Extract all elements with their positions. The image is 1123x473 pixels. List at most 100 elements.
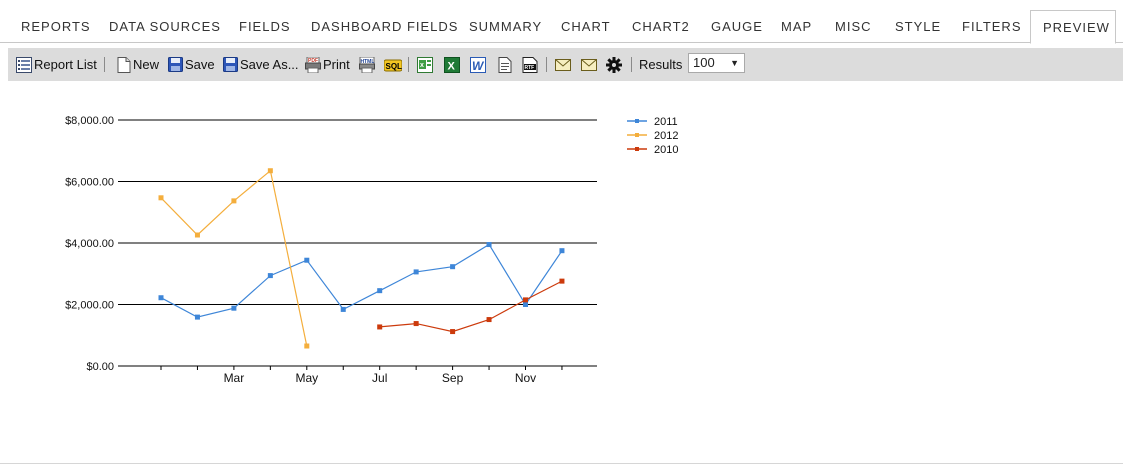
export-html-button[interactable]: HTML: [359, 48, 375, 81]
tab-style[interactable]: STYLE: [895, 0, 941, 43]
toolbar-separator: [104, 57, 105, 72]
toolbar-separator: [631, 57, 632, 72]
data-point: [450, 329, 456, 335]
data-point: [486, 242, 492, 248]
data-point: [194, 314, 200, 320]
toolbar-separator: [546, 57, 547, 72]
settings-button[interactable]: [606, 48, 622, 81]
legend-marker: [635, 133, 639, 137]
y-tick-label: $8,000.00: [65, 115, 114, 127]
svg-text:X: X: [448, 60, 456, 72]
csv-export-icon: x: [417, 56, 433, 73]
new-label: New: [133, 57, 160, 72]
export-csv-button[interactable]: x: [417, 48, 433, 81]
chevron-down-icon: ▼: [730, 58, 739, 68]
legend-label: 2010: [654, 144, 678, 156]
legend-label: 2011: [654, 116, 678, 128]
y-tick-label: $6,000.00: [65, 177, 114, 189]
tab-map[interactable]: MAP: [781, 0, 812, 43]
tab-preview[interactable]: PREVIEW: [1030, 10, 1116, 44]
envelope-icon: [581, 58, 597, 71]
floppy-disk-icon: [223, 57, 238, 72]
footer-divider: [0, 463, 1123, 464]
export-word-button[interactable]: W: [470, 48, 486, 81]
data-point: [523, 302, 528, 307]
print-button[interactable]: PDF Print: [305, 48, 350, 81]
y-tick-label: $2,000.00: [65, 300, 114, 312]
email-scheduled-button[interactable]: [581, 48, 597, 81]
save-button[interactable]: Save: [168, 48, 215, 81]
export-rtf-button[interactable]: RTF: [522, 48, 538, 81]
data-point: [158, 295, 164, 301]
new-document-icon: [117, 56, 131, 73]
export-sql-button[interactable]: SQL: [384, 48, 402, 81]
sql-export-icon: SQL: [384, 57, 402, 73]
text-export-icon: [498, 56, 512, 73]
html-export-icon: HTML: [359, 56, 375, 73]
svg-text:RTF: RTF: [525, 65, 535, 71]
results-select[interactable]: 100 ▼: [688, 53, 745, 73]
data-point: [304, 343, 310, 349]
tab-filters[interactable]: FILTERS: [962, 0, 1022, 43]
tab-dashboard-fields[interactable]: DASHBOARD FIELDS: [311, 0, 458, 43]
x-tick-label: Mar: [224, 371, 245, 385]
line-chart: $0.00 $2,000.00 $4,000.00 $6,000.00 $8,000.0…: [65, 115, 678, 385]
tab-summary[interactable]: SUMMARY: [469, 0, 542, 43]
data-point: [158, 195, 164, 201]
word-export-icon: W: [470, 56, 486, 73]
data-point: [559, 248, 565, 254]
svg-text:W: W: [472, 59, 485, 73]
svg-text:x: x: [420, 62, 424, 69]
series-line-2012: [160, 169, 308, 347]
data-point: [231, 198, 237, 204]
y-tick-label: $0.00: [86, 361, 114, 373]
tab-reports[interactable]: REPORTS: [21, 0, 91, 43]
print-label: Print: [323, 57, 350, 72]
save-as-button[interactable]: Save As...: [223, 48, 299, 81]
tab-chart[interactable]: CHART: [561, 0, 611, 43]
tab-misc[interactable]: MISC: [835, 0, 872, 43]
series-line-2010: [379, 280, 563, 333]
new-button[interactable]: New: [117, 48, 159, 81]
svg-text:SQL: SQL: [386, 62, 403, 71]
data-point: [450, 264, 456, 270]
data-point: [267, 273, 273, 279]
data-point: [559, 278, 565, 284]
report-list-button[interactable]: Report List: [16, 48, 97, 81]
toolbar-separator: [408, 57, 409, 72]
x-tick-label: Nov: [515, 371, 536, 385]
data-point: [413, 321, 419, 327]
data-point: [377, 324, 383, 330]
tab-gauge[interactable]: GAUGE: [711, 0, 763, 43]
data-point: [377, 288, 383, 294]
floppy-disk-icon: [168, 57, 183, 72]
toolbar: Report List New Save Save As... PDF Prin…: [8, 48, 1123, 81]
tab-bar: REPORTS DATA SOURCES FIELDS DASHBOARD FI…: [0, 0, 1123, 44]
results-value: 100: [693, 55, 715, 70]
save-as-label: Save As...: [240, 57, 299, 72]
gear-icon: [606, 56, 622, 73]
email-button[interactable]: [555, 48, 571, 81]
results-label: Results: [639, 57, 683, 72]
envelope-icon: [555, 58, 571, 71]
data-point: [523, 297, 528, 303]
excel-export-icon: X: [444, 56, 460, 73]
rtf-export-icon: RTF: [522, 56, 538, 73]
data-point: [267, 168, 273, 174]
series-line-2011: [160, 243, 563, 318]
tab-chart2[interactable]: CHART2: [632, 0, 690, 43]
x-tick-label: May: [295, 371, 318, 385]
tab-fields[interactable]: FIELDS: [239, 0, 291, 43]
data-point: [231, 305, 237, 311]
export-text-button[interactable]: [498, 48, 512, 81]
data-point: [486, 317, 492, 323]
x-tick-label: Sep: [442, 371, 464, 385]
legend-marker: [635, 147, 639, 151]
export-excel-button[interactable]: X: [444, 48, 460, 81]
save-label: Save: [185, 57, 215, 72]
list-icon: [16, 56, 32, 73]
legend-marker: [635, 119, 639, 123]
tab-data-sources[interactable]: DATA SOURCES: [109, 0, 221, 43]
pdf-print-icon: PDF: [305, 56, 321, 73]
data-point: [413, 269, 419, 275]
